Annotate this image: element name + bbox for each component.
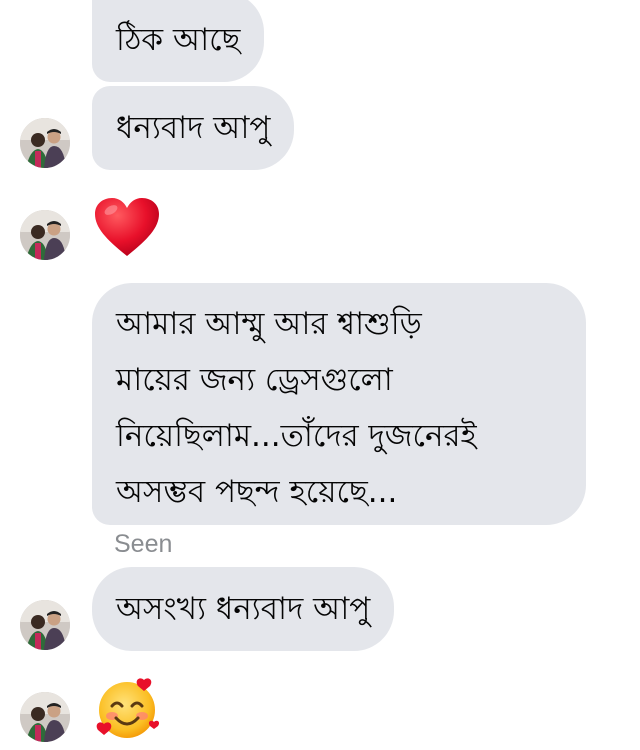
avatar[interactable] [20, 118, 70, 168]
message-text: ঠিক আছে [116, 22, 241, 58]
message-bubble[interactable]: ধন্যবাদ আপু [92, 86, 295, 170]
avatar[interactable] [20, 210, 70, 260]
message-text: অসংখ্য ধন্যবাদ আপু [116, 591, 371, 627]
profile-photo-icon [20, 210, 70, 260]
message-text: ধন্যবাদ আপু [116, 110, 271, 146]
message-bubble[interactable]: আমার আম্মু আর শ্বাশুড়ি মায়ের জন্য ড্রে… [92, 283, 586, 525]
message-line: অসম্ভব পছন্দ হয়েছে... [116, 474, 398, 510]
smiling-face-with-hearts-icon[interactable] [92, 672, 162, 742]
profile-photo-icon [20, 118, 70, 168]
seen-status: Seen [114, 530, 173, 558]
message-line: আমার আম্মু আর শ্বাশুড়ি [116, 306, 422, 342]
message-line: মায়ের জন্য ড্রেসগুলো [116, 362, 393, 398]
avatar[interactable] [20, 600, 70, 650]
profile-photo-icon [20, 692, 70, 742]
message-bubble[interactable]: অসংখ্য ধন্যবাদ আপু [92, 567, 395, 651]
profile-photo-icon [20, 600, 70, 650]
message-line: নিয়েছিলাম...তাঁদের দুজনেরই [116, 418, 477, 454]
heart-icon[interactable] [93, 196, 161, 260]
avatar[interactable] [20, 692, 70, 742]
message-bubble[interactable]: ঠিক আছে [92, 0, 265, 82]
